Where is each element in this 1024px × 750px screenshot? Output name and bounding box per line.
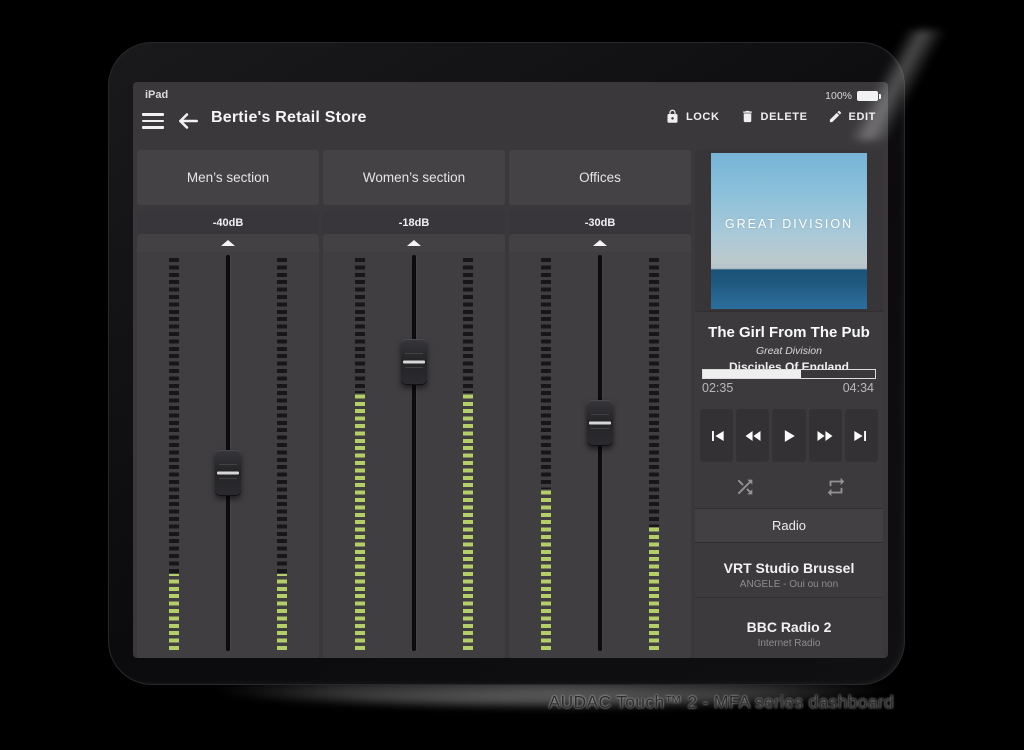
shuffle-button[interactable] <box>730 472 760 502</box>
total-time: 04:34 <box>843 381 874 395</box>
vu-meter-right <box>277 258 287 650</box>
volume-fader <box>214 255 242 651</box>
seek-bar[interactable] <box>702 369 876 379</box>
play-button[interactable] <box>772 409 805 462</box>
repeat-button[interactable] <box>821 472 851 502</box>
fader-handle[interactable] <box>215 450 241 496</box>
edit-button-label: EDIT <box>849 111 876 123</box>
zone-name: Women’s section <box>323 150 505 205</box>
vu-meter-left <box>355 258 365 650</box>
zone-level-db: -18dB <box>323 211 505 234</box>
station-name: VRT Studio Brussel <box>695 560 883 576</box>
delete-button-label: DELETE <box>761 111 808 123</box>
mixer-channel-offices: Offices -30dB <box>509 82 691 658</box>
play-icon <box>779 426 799 446</box>
album-art: GREAT DIVISION <box>711 153 867 309</box>
player-panel: GREAT DIVISION The Girl From The Pub Gre… <box>695 150 883 658</box>
skip-next-button[interactable] <box>845 409 878 462</box>
fader-area <box>323 252 505 658</box>
vu-meter-right <box>463 258 473 650</box>
fader-handle[interactable] <box>587 400 613 446</box>
progress-fill <box>703 370 801 378</box>
zone-level-db: -30dB <box>509 211 691 234</box>
triangle-up-icon <box>221 240 235 246</box>
fader-track[interactable] <box>598 255 602 651</box>
image-caption: AUDAC Touch™ 2 - MFA series dashboard <box>549 692 894 713</box>
battery-status: 100% <box>825 90 878 102</box>
skip-previous-button[interactable] <box>700 409 733 462</box>
edit-button[interactable]: EDIT <box>828 108 876 125</box>
repeat-icon <box>825 476 847 498</box>
battery-percent: 100% <box>825 90 852 102</box>
radio-station-vrt[interactable]: VRT Studio Brussel ANGELE - Oui ou non <box>695 543 883 598</box>
album-art-box: GREAT DIVISION <box>695 150 883 312</box>
mixer-channel-mens-section: Men’s section -40dB <box>137 82 319 658</box>
battery-full-icon <box>857 91 878 101</box>
track-album: Great Division <box>695 345 883 357</box>
triangle-up-icon <box>593 240 607 246</box>
volume-fader <box>400 255 428 651</box>
skip-previous-icon <box>707 426 727 446</box>
station-name: BBC Radio 2 <box>695 619 883 635</box>
nav-actions: LOCK DELETE EDIT <box>665 108 876 125</box>
fader-expand-button[interactable] <box>137 234 319 252</box>
fader-area <box>509 252 691 658</box>
elapsed-time: 02:35 <box>702 381 733 395</box>
skip-next-icon <box>851 426 871 446</box>
fader-handle[interactable] <box>401 339 427 385</box>
time-row: 02:35 04:34 <box>702 381 874 395</box>
fader-area <box>137 252 319 658</box>
fast-forward-button[interactable] <box>809 409 842 462</box>
trash-icon <box>740 108 755 125</box>
fader-expand-button[interactable] <box>509 234 691 252</box>
stage: { "status_bar": { "device_label": "iPad"… <box>0 0 1024 750</box>
mode-row <box>695 468 883 506</box>
zone-name: Offices <box>509 150 691 205</box>
rewind-icon <box>742 426 764 446</box>
triangle-up-icon <box>407 240 421 246</box>
vu-meter-right <box>649 258 659 650</box>
ipad-device-frame: iPad 100% Bertie's Retail Store LOCK <box>108 42 905 685</box>
delete-button[interactable]: DELETE <box>740 108 808 125</box>
transport-controls <box>700 409 878 462</box>
station-now-playing: ANGELE - Oui ou non <box>695 579 883 590</box>
volume-fader <box>586 255 614 651</box>
mixer-channel-womens-section: Women’s section -18dB <box>323 82 505 658</box>
rewind-button[interactable] <box>736 409 769 462</box>
album-art-text: GREAT DIVISION <box>711 217 867 231</box>
station-now-playing: Internet Radio <box>695 638 883 649</box>
fast-forward-icon <box>814 426 836 446</box>
vu-meter-left <box>169 258 179 650</box>
pencil-icon <box>828 108 843 125</box>
fader-expand-button[interactable] <box>323 234 505 252</box>
fader-track[interactable] <box>412 255 416 651</box>
radio-station-bbc[interactable]: BBC Radio 2 Internet Radio <box>695 599 883 658</box>
zone-level-db: -40dB <box>137 211 319 234</box>
radio-section-header: Radio <box>695 508 883 543</box>
app-screen: iPad 100% Bertie's Retail Store LOCK <box>133 82 888 658</box>
vu-meter-left <box>541 258 551 650</box>
shuffle-icon <box>734 476 756 498</box>
zone-name: Men’s section <box>137 150 319 205</box>
track-title: The Girl From The Pub <box>695 324 883 341</box>
